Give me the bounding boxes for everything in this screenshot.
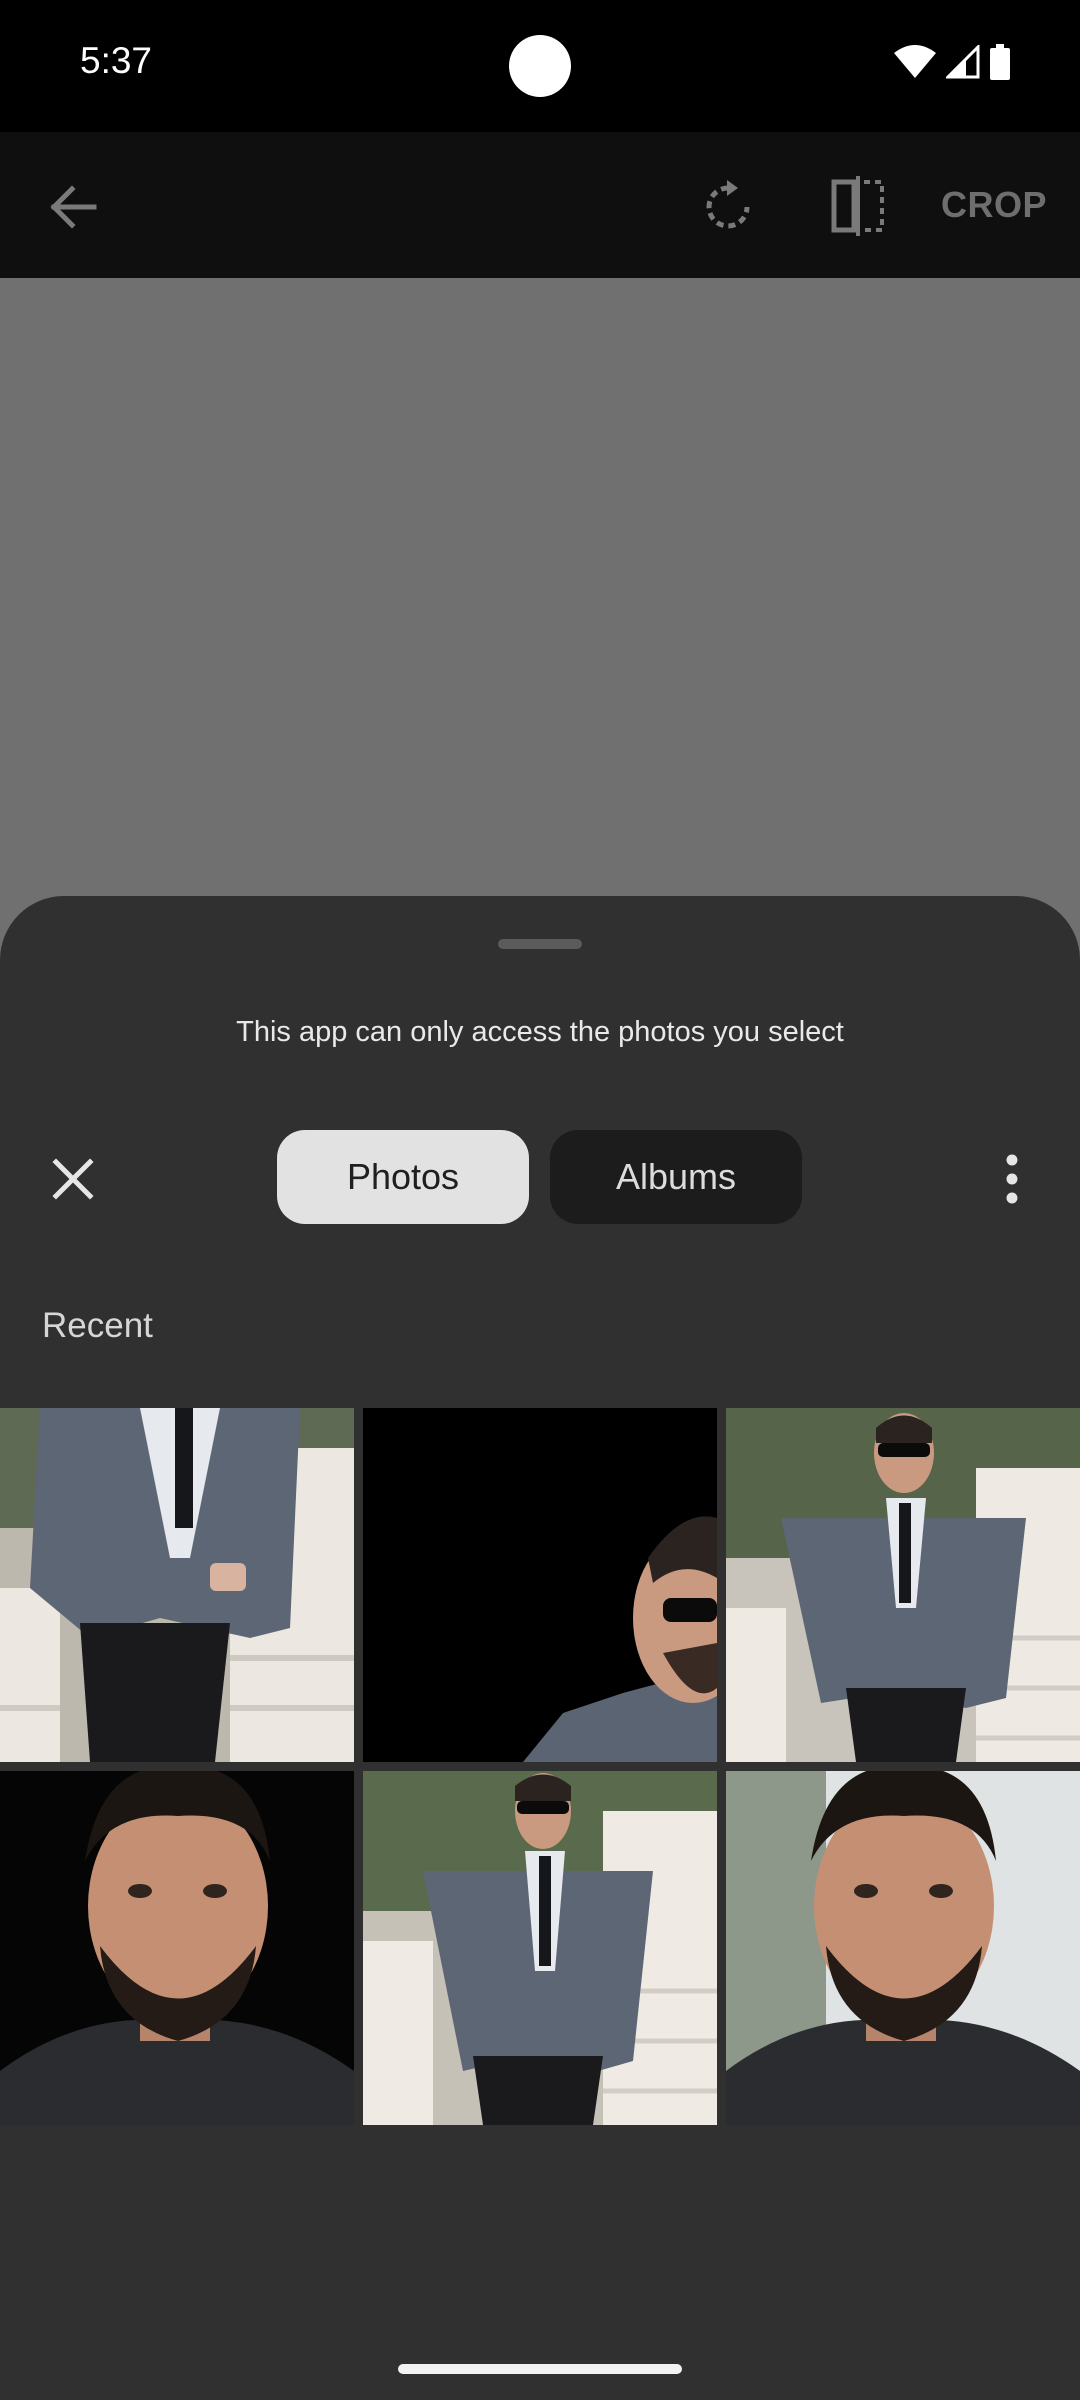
close-icon[interactable] [46,1152,100,1206]
status-bar: 5:37 [0,0,1080,132]
battery-icon [990,44,1010,85]
rotate-icon[interactable] [700,178,756,234]
flip-icon[interactable] [828,176,888,236]
arrow-back-icon[interactable] [46,180,100,234]
photo-picker-sheet: This app can only access the photos you … [0,896,1080,2400]
section-label-recent: Recent [42,1306,153,1345]
photo-thumbnail[interactable] [726,1408,1080,1762]
photo-thumbnail[interactable] [726,1771,1080,2125]
photo-thumbnail[interactable] [0,1408,354,1762]
wifi-icon [894,45,936,84]
cell-signal-icon [944,43,980,84]
photo-thumbnail[interactable] [363,1408,717,1762]
status-icons [894,43,1010,85]
photo-thumbnail[interactable] [0,1771,354,2125]
crop-button[interactable]: CROP [941,184,1047,226]
crop-toolbar: CROP [0,132,1080,278]
drag-handle[interactable] [498,939,582,949]
picker-info-text: This app can only access the photos you … [236,1016,844,1048]
status-time: 5:37 [80,40,153,81]
crop-preview-area [0,278,1080,978]
gesture-nav-pill[interactable] [398,2364,682,2374]
tab-albums[interactable]: Albums [550,1130,802,1224]
photo-thumbnail[interactable] [363,1771,717,2125]
more-vert-icon[interactable] [990,1152,1034,1206]
photo-grid [0,1408,1080,2125]
camera-cutout [509,35,571,97]
tab-photos[interactable]: Photos [277,1130,529,1224]
